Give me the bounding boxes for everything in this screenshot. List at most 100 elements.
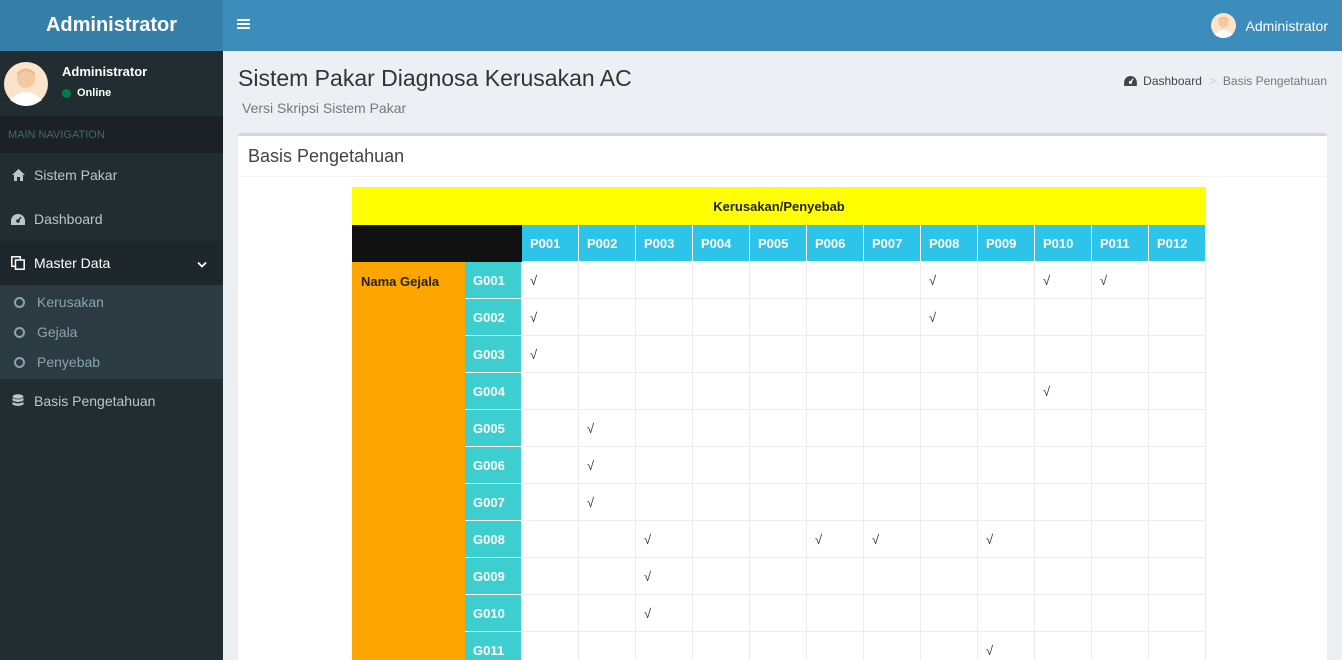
sidebar-item-label: Master Data: [34, 255, 111, 271]
table-row: G003 √: [353, 335, 1206, 373]
table-row: G005 √: [353, 409, 1206, 447]
check-mark: √: [521, 335, 579, 373]
symptom-code: G008: [464, 520, 522, 558]
user-menu[interactable]: Administrator: [1210, 13, 1328, 38]
logo[interactable]: Administrator: [0, 0, 223, 51]
relation-cell: [692, 409, 750, 447]
relation-cell: [977, 483, 1035, 521]
relation-cell: [635, 261, 693, 299]
sidebar-item-basis-pengetahuan[interactable]: Basis Pengetahuan: [0, 379, 223, 423]
nav-header: MAIN NAVIGATION: [0, 116, 223, 153]
relation-cell: [749, 557, 807, 595]
sidebar-item-sistem-pakar[interactable]: Sistem Pakar: [0, 153, 223, 197]
relation-cell: [1148, 446, 1206, 484]
circle-icon: [14, 296, 25, 308]
relation-cell: [578, 335, 636, 373]
relation-cell: [1148, 557, 1206, 595]
relation-cell: [692, 298, 750, 336]
relation-cell: [806, 483, 864, 521]
submenu-item-gejala[interactable]: Gejala: [0, 317, 223, 347]
breadcrumb-link-dashboard[interactable]: Dashboard: [1143, 74, 1202, 88]
relation-cell: [635, 446, 693, 484]
symptom-code: G004: [464, 372, 522, 410]
relation-cell: [749, 298, 807, 336]
sidebar-item-label: Basis Pengetahuan: [34, 393, 156, 409]
circle-icon: [14, 326, 25, 338]
table-header-row: P001 P002 P003 P004 P005 P006 P007 P008 P009 P010…: [352, 224, 1206, 262]
relation-cell: [1034, 520, 1092, 558]
table-row: G002 √ √: [353, 298, 1206, 336]
relation-cell: [920, 594, 978, 632]
relation-cell: [977, 372, 1035, 410]
column-header: P011: [1091, 224, 1149, 262]
relation-cell: [806, 298, 864, 336]
relation-cell: [692, 631, 750, 660]
relation-cell: [806, 594, 864, 632]
sidebar-item-master-data[interactable]: Master Data: [0, 241, 223, 285]
column-header: P005: [749, 224, 807, 262]
relation-cell: [1091, 557, 1149, 595]
relation-cell: [635, 372, 693, 410]
content-wrapper: Sistem Pakar Diagnosa Kerusakan AC Versi…: [223, 51, 1342, 660]
relation-cell: [635, 298, 693, 336]
submenu-item-label: Kerusakan: [37, 294, 104, 310]
relation-cell: [521, 446, 579, 484]
table-caption: Kerusakan/Penyebab: [352, 187, 1206, 225]
table-row: G007 √: [353, 483, 1206, 521]
home-icon: [11, 168, 25, 182]
submenu-item-kerusakan[interactable]: Kerusakan: [0, 287, 223, 317]
relation-cell: [920, 631, 978, 660]
column-header: P004: [692, 224, 750, 262]
submenu-item-penyebab[interactable]: Penyebab: [0, 347, 223, 377]
relation-cell: [1091, 520, 1149, 558]
sidebar-item-dashboard[interactable]: Dashboard: [0, 197, 223, 241]
relation-cell: [1034, 409, 1092, 447]
relation-cell: [578, 298, 636, 336]
relation-cell: [863, 557, 921, 595]
relation-cell: [692, 483, 750, 521]
check-mark: √: [1034, 261, 1092, 299]
table-row: G008 √ √ √ √: [353, 520, 1206, 558]
symptom-code: G009: [464, 557, 522, 595]
dashboard-icon: [11, 212, 25, 226]
relation-cell: [977, 409, 1035, 447]
relation-cell: [806, 335, 864, 373]
menu-toggle-icon[interactable]: [237, 17, 250, 33]
relation-cell: [692, 520, 750, 558]
relation-cell: [749, 261, 807, 299]
avatar: [1210, 13, 1236, 38]
relation-cell: [1148, 631, 1206, 660]
symptom-code: G005: [464, 409, 522, 447]
symptom-code: G001: [464, 261, 522, 299]
table-caption-row: Kerusakan/Penyebab: [352, 187, 1206, 225]
dashboard-icon: [1124, 76, 1138, 86]
relation-cell: [635, 483, 693, 521]
check-mark: √: [1034, 372, 1092, 410]
relation-cell: [1091, 446, 1149, 484]
relation-cell: [635, 631, 693, 660]
sidebar-item-label: Sistem Pakar: [34, 167, 118, 183]
table-row: Nama Gejala G001 √ √ √ √: [352, 261, 1206, 660]
relation-cell: [1034, 446, 1092, 484]
relation-cell: [863, 594, 921, 632]
relation-cell: [863, 372, 921, 410]
symptom-code: G006: [464, 446, 522, 484]
relation-cell: [1091, 372, 1149, 410]
relation-cell: [920, 372, 978, 410]
page-title: Sistem Pakar Diagnosa Kerusakan AC: [238, 65, 632, 91]
check-mark: √: [806, 520, 864, 558]
relation-cell: [977, 594, 1035, 632]
relation-cell: [1034, 298, 1092, 336]
page-subtitle: Versi Skripsi Sistem Pakar: [242, 100, 407, 116]
relation-cell: [806, 557, 864, 595]
relation-cell: [692, 557, 750, 595]
relation-cell: [1034, 335, 1092, 373]
relation-cell: [521, 520, 579, 558]
check-mark: √: [635, 594, 693, 632]
avatar: [4, 61, 48, 106]
table-header-blank: [352, 224, 522, 262]
relation-cell: [1148, 298, 1206, 336]
top-navbar: Administrator: [223, 0, 1342, 51]
relation-cell: [749, 446, 807, 484]
breadcrumb-current: Basis Pengetahuan: [1222, 74, 1327, 88]
